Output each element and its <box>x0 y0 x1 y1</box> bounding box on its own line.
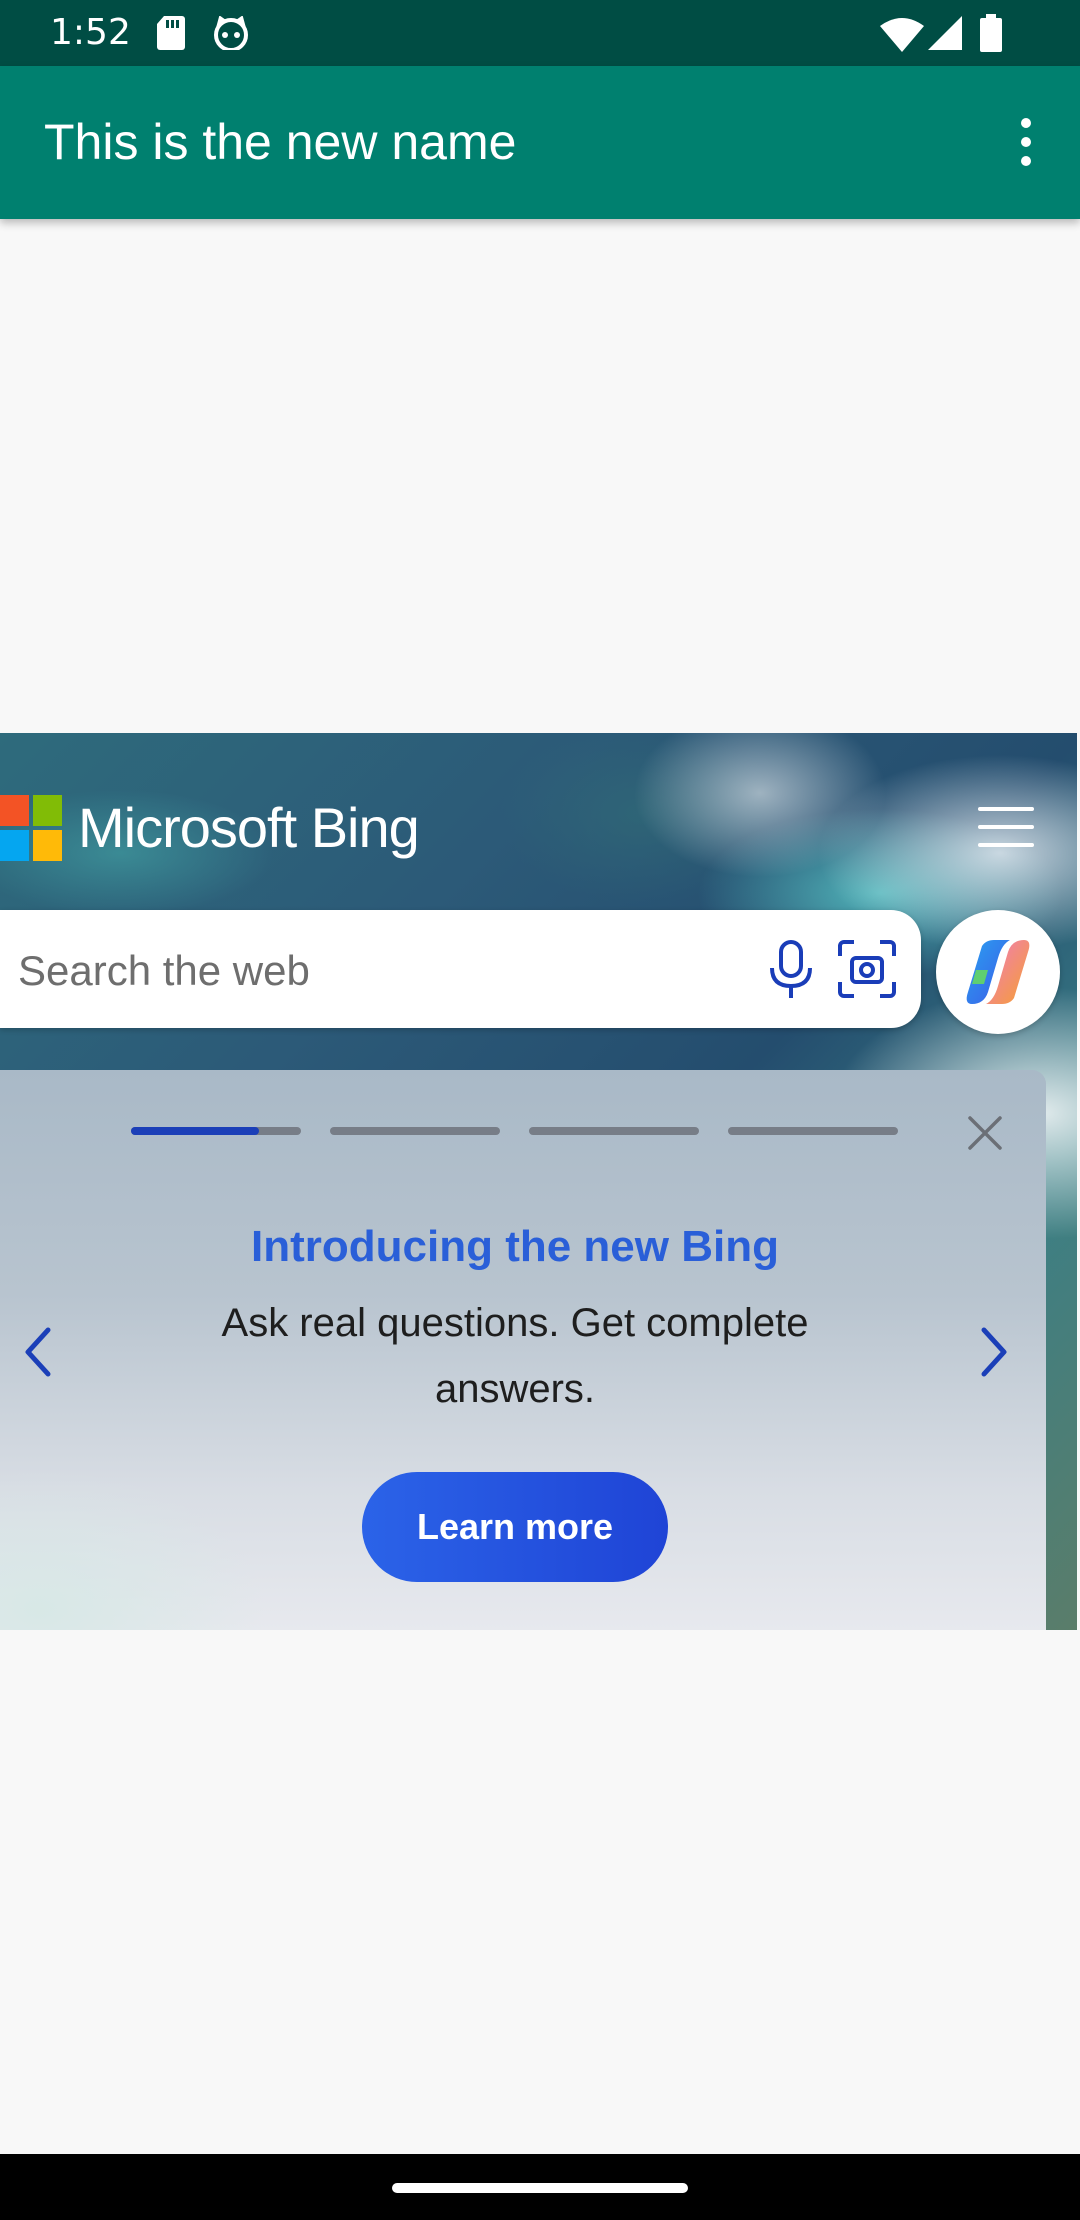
cell-signal-icon <box>928 16 962 50</box>
promo-title: Introducing the new Bing <box>251 1222 779 1271</box>
promo-card: Introducing the new Bing Ask real questi… <box>0 1070 1046 1630</box>
close-icon[interactable] <box>964 1112 1006 1154</box>
wifi-icon <box>880 18 924 52</box>
sd-card-icon <box>157 16 185 50</box>
learn-more-button[interactable]: Learn more <box>362 1472 668 1582</box>
progress-step-3 <box>529 1127 699 1135</box>
search-box <box>0 910 921 1028</box>
chevron-left-icon[interactable] <box>18 1324 58 1380</box>
progress-step-4 <box>728 1127 898 1135</box>
brand-name: Microsoft Bing <box>78 796 420 859</box>
more-vert-icon[interactable] <box>996 112 1056 172</box>
chevron-right-icon[interactable] <box>974 1324 1014 1380</box>
home-indicator[interactable] <box>392 2183 688 2193</box>
cat-face-icon <box>214 16 248 50</box>
app-title: This is the new name <box>44 114 517 170</box>
progress-step-2 <box>330 1127 500 1135</box>
progress-step-fill <box>131 1127 259 1135</box>
battery-icon <box>980 14 1002 52</box>
promo-description: Ask real questions. Get complete answers… <box>221 1301 809 1411</box>
visual-search-icon[interactable] <box>836 938 898 1000</box>
web-view: Microsoft Bing Search the web Introducin… <box>0 733 1077 1630</box>
microphone-icon[interactable] <box>764 940 818 1000</box>
copilot-icon <box>966 940 1030 1004</box>
progress-step-1 <box>131 1127 301 1135</box>
status-time: 1:52 <box>50 12 131 53</box>
microsoft-logo-icon <box>0 795 62 861</box>
copilot-button[interactable] <box>936 910 1060 1034</box>
system-nav-bar <box>0 2154 1080 2220</box>
status-bar: 1:52 <box>0 0 1080 66</box>
app-bar: This is the new name <box>0 66 1080 219</box>
search-input[interactable] <box>16 940 720 1002</box>
hamburger-menu-icon[interactable] <box>978 805 1036 849</box>
